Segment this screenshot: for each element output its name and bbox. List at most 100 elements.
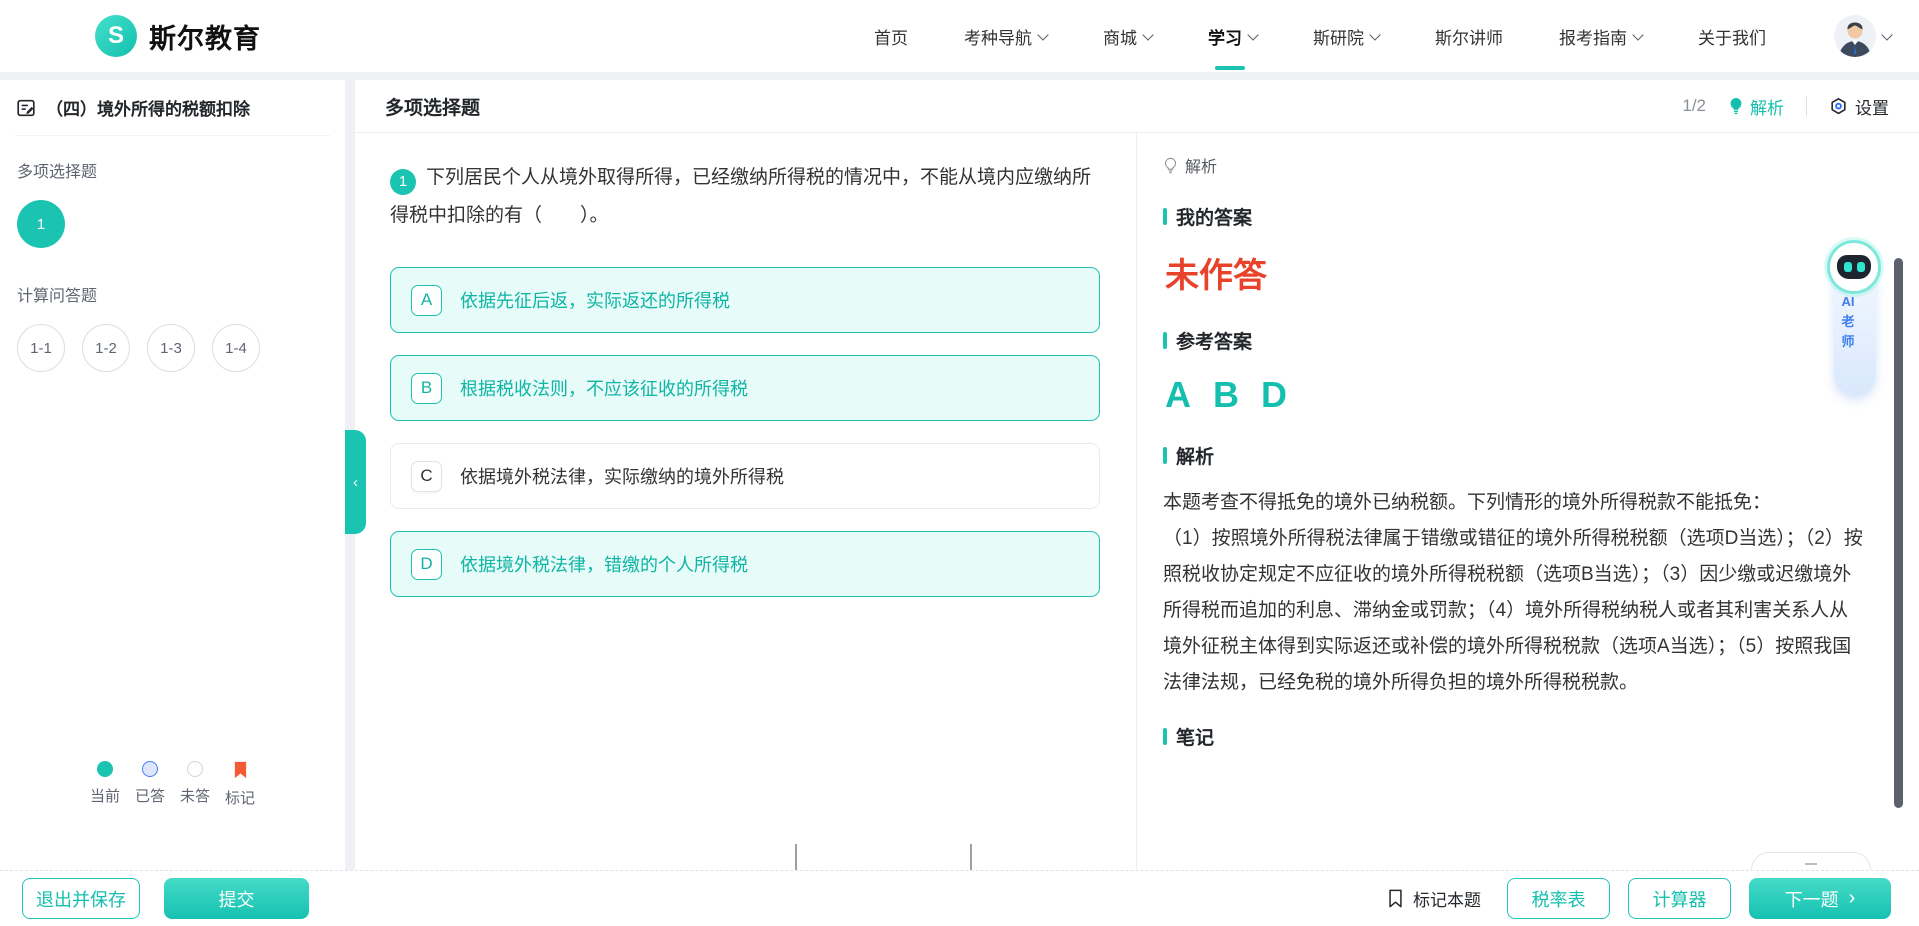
question-circle-1-3[interactable]: 1-3 [147,324,195,372]
user-menu[interactable] [1834,15,1891,57]
question-circle-1-4[interactable]: 1-4 [212,324,260,372]
chevron-down-icon [1369,29,1380,40]
my-answer-value: 未作答 [1165,248,1879,297]
reference-answer-value: A B D [1165,374,1879,416]
option-d[interactable]: D 依据境外税法律，错缴的个人所得税 [390,531,1100,597]
question-circle-1[interactable]: 1 [17,200,65,248]
chevron-down-icon [1632,29,1643,40]
chevron-down-icon [1881,29,1892,40]
option-a[interactable]: A 依据先征后返，实际返还的所得税 [390,267,1100,333]
document-edit-icon [15,97,37,119]
unanswered-dot-icon [187,761,203,777]
active-tab-underline [1215,66,1245,70]
analysis-scrollbar[interactable] [1894,258,1903,808]
legend-unanswered: 未答 [180,761,210,808]
option-c-letter: C [411,461,442,492]
multichoice-question-list: 1 [17,200,330,248]
option-b[interactable]: B 根据税收法则，不应该征收的所得税 [390,355,1100,421]
question-number-badge: 1 [390,169,416,195]
mark-question-button[interactable]: 标记本题 [1387,886,1481,911]
next-question-button[interactable]: 下一题 › [1749,878,1891,919]
nav-item-mall[interactable]: 商城 [1103,0,1152,72]
user-avatar [1834,15,1876,57]
notes-collapsed-button[interactable] [1751,852,1871,870]
option-a-letter: A [411,285,442,316]
arrow-right-icon: › [1849,888,1856,908]
nav-item-home[interactable]: 首页 [874,0,908,72]
options-list: A 依据先征后返，实际返还的所得税 B 根据税收法则，不应该征收的所得税 C 依… [390,267,1100,597]
ai-teacher-widget[interactable]: AI老师 [1827,240,1883,294]
nav-item-exam-guide[interactable]: 报考指南 [1559,0,1642,72]
option-b-letter: B [411,373,442,404]
exit-save-button[interactable]: 退出并保存 [22,878,140,919]
analysis-panel-title: 解析 [1185,153,1217,177]
nav-item-lecturers[interactable]: 斯尔讲师 [1435,0,1503,72]
option-b-text: 根据税收法则，不应该征收的所得税 [460,375,748,401]
panel-splitter-tick[interactable] [970,844,972,870]
collapse-arrow-icon: ‹ [353,474,358,491]
explanation-section: 解析 [1163,442,1879,469]
question-type-title: 多项选择题 [385,93,480,120]
submit-button[interactable]: 提交 [164,878,309,919]
option-d-letter: D [411,549,442,580]
current-dot-icon [97,761,113,777]
status-legend: 当前 已答 未答 标记 [0,761,345,808]
section-marker [1163,447,1167,464]
analysis-panel-header: 解析 [1163,153,1879,177]
question-circle-1-2[interactable]: 1-2 [82,324,130,372]
legend-current: 当前 [90,761,120,808]
question-nav-sidebar: （四）境外所得的税额扣除 多项选择题 1 计算问答题 1-1 1-2 1-3 1… [0,80,345,870]
progress-indicator: 1/2 [1682,96,1706,116]
brand-name: 斯尔教育 [149,17,261,56]
sidebar-collapse-button[interactable]: ‹ [345,430,366,534]
section-label-calc: 计算问答题 [17,282,330,306]
ai-teacher-label: AI老师 [1827,292,1869,352]
nav-item-exam-nav[interactable]: 考种导航 [964,0,1047,72]
exercise-main-card: 多项选择题 1/2 解析 设置 [355,80,1919,870]
chevron-down-icon [1247,29,1258,40]
my-answer-section: 我的答案 [1163,203,1879,230]
section-marker [1163,332,1167,349]
settings-button[interactable]: 设置 [1829,94,1889,119]
question-panel: 1下列居民个人从境外取得所得，已经缴纳所得税的情况中，不能从境内应缴纳所得税中扣… [355,133,1137,870]
reference-answer-section: 参考答案 [1163,327,1879,354]
bookmark-filled-icon [233,761,248,779]
section-marker [1163,208,1167,225]
bottom-action-bar: 退出并保存 提交 标记本题 税率表 计算器 下一题 › [0,870,1919,926]
tax-rate-table-button[interactable]: 税率表 [1507,878,1610,919]
gear-icon [1829,97,1848,116]
nav-item-study[interactable]: 学习 [1208,0,1257,72]
option-c-text: 依据境外税法律，实际缴纳的境外所得税 [460,463,784,489]
section-marker [1163,728,1167,745]
brand-logo[interactable]: S 斯尔教育 [95,15,261,57]
analysis-panel: 解析 我的答案 未作答 参考答案 A B D 解析 本题考查不得抵免的境外已纳税… [1137,133,1919,870]
nav-item-about[interactable]: 关于我们 [1698,0,1766,72]
avatar-person-icon [1834,17,1876,57]
nav-item-research[interactable]: 斯研院 [1313,0,1379,72]
lightbulb-icon [1728,97,1744,115]
answered-dot-icon [142,761,158,777]
panel-splitter-tick[interactable] [795,844,797,870]
chapter-title: （四）境外所得的税额扣除 [46,95,250,120]
section-label-multichoice: 多项选择题 [17,158,330,182]
option-c[interactable]: C 依据境外税法律，实际缴纳的境外所得税 [390,443,1100,509]
question-stem: 1下列居民个人从境外取得所得，已经缴纳所得税的情况中，不能从境内应缴纳所得税中扣… [390,159,1100,235]
brand-logo-icon: S [95,15,137,57]
lightbulb-outline-icon [1163,157,1178,174]
option-a-text: 依据先征后返，实际返还的所得税 [460,287,730,313]
chevron-down-icon [1037,29,1048,40]
exercise-header: 多项选择题 1/2 解析 设置 [355,80,1919,133]
analysis-toggle-button[interactable]: 解析 [1728,94,1784,119]
header-divider [1806,96,1807,116]
question-circle-1-1[interactable]: 1-1 [17,324,65,372]
legend-marked: 标记 [225,761,255,808]
explanation-text: 本题考查不得抵免的境外已纳税额。下列情形的境外所得税款不能抵免： （1）按照境外… [1163,485,1863,701]
option-d-text: 依据境外税法律，错缴的个人所得税 [460,551,748,577]
ai-robot-icon [1827,240,1881,294]
notes-section: 笔记 [1163,723,1879,750]
chapter-header: （四）境外所得的税额扣除 [15,80,330,136]
nav-menu: 首页 考种导航 商城 学习 斯研院 斯尔讲师 报考指南 关于我们 [846,0,1794,72]
minus-icon [1805,863,1817,865]
top-navbar: S 斯尔教育 首页 考种导航 商城 学习 斯研院 斯尔讲师 报考指南 [0,0,1919,72]
calculator-button[interactable]: 计算器 [1628,878,1731,919]
